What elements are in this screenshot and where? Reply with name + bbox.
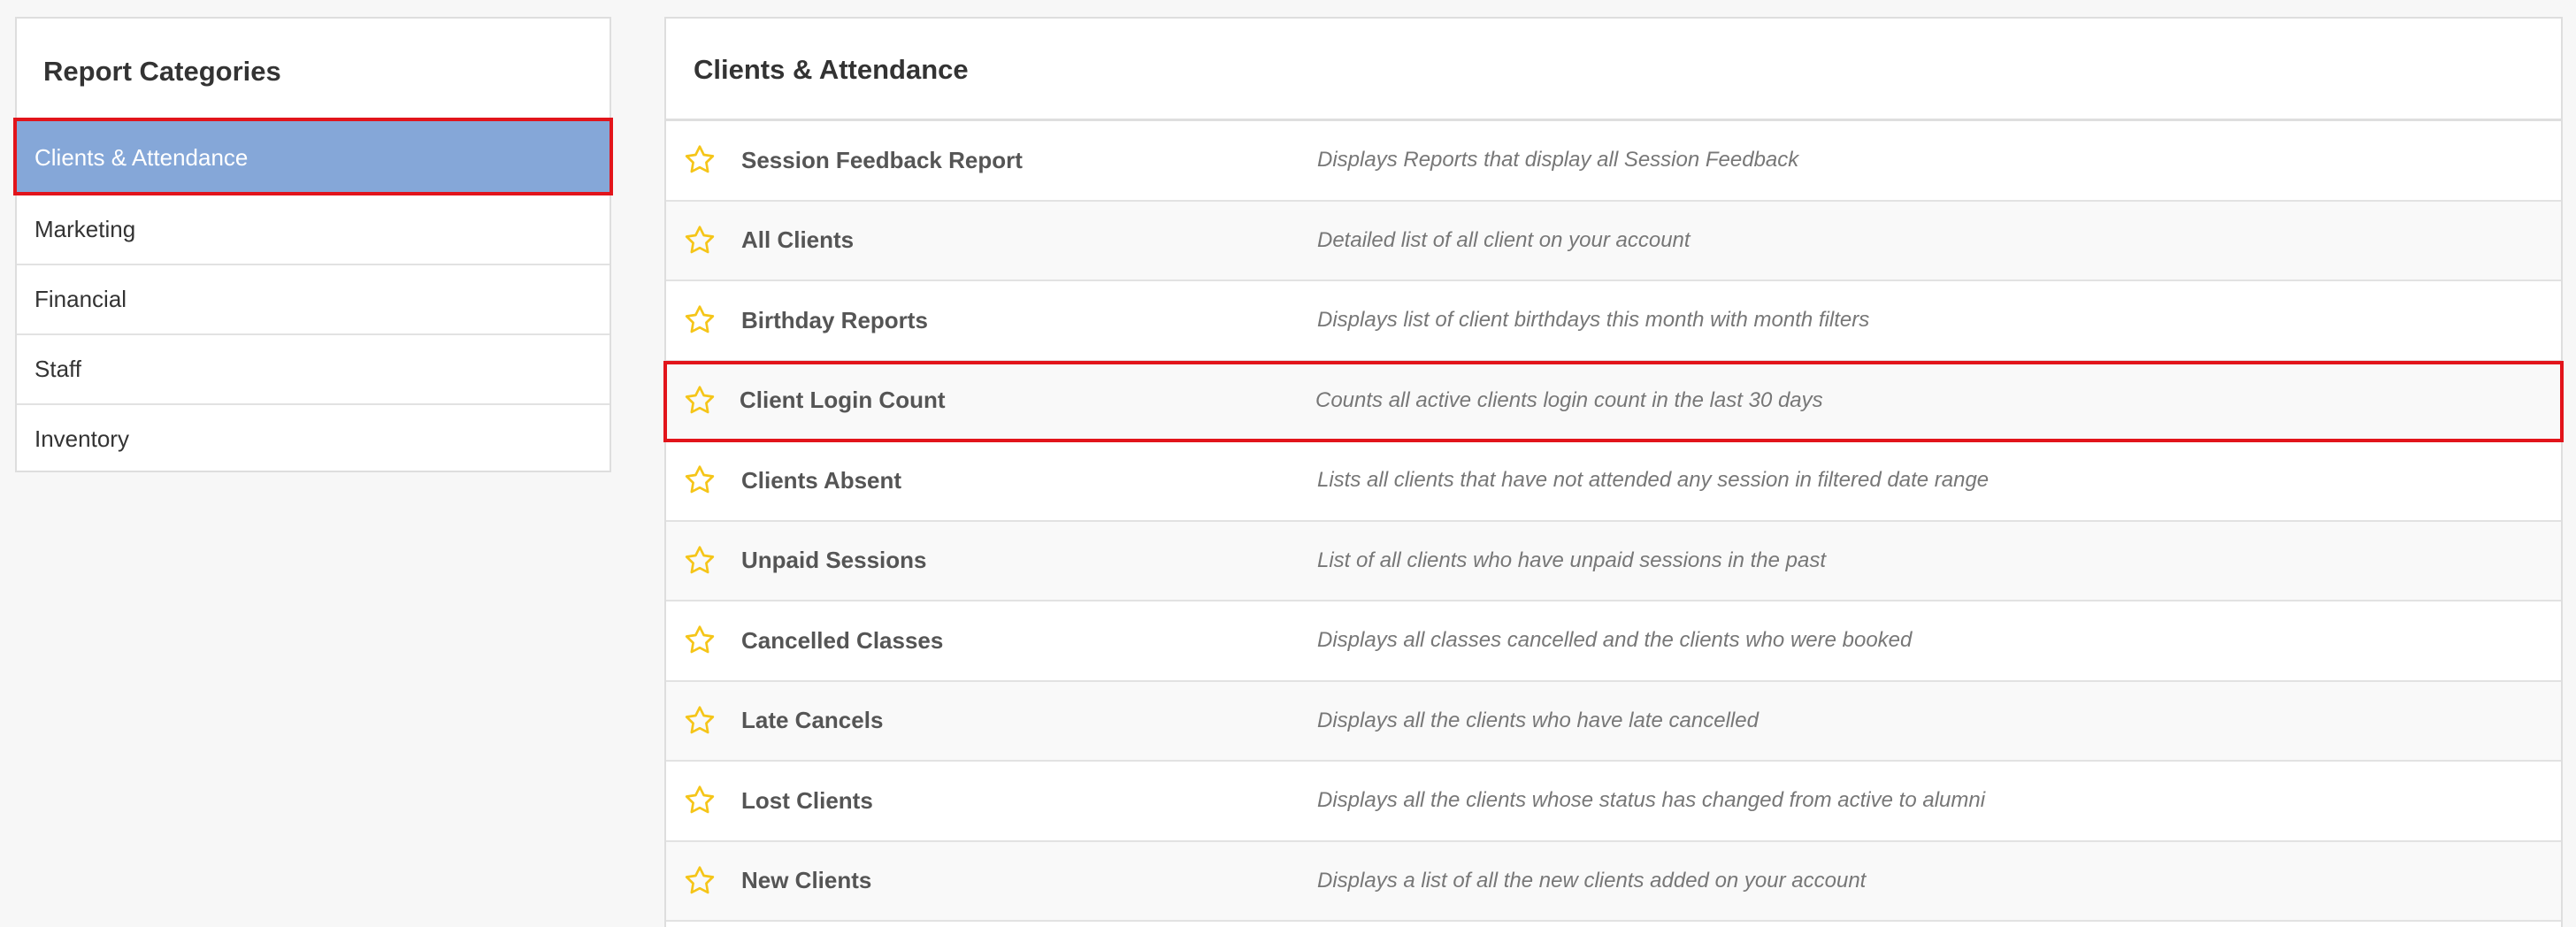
- report-description: Displays list of client birthdays this m…: [1317, 308, 1870, 333]
- report-row-clients-absent[interactable]: Clients Absent Lists all clients that ha…: [666, 441, 2561, 522]
- report-name[interactable]: Client Login Count: [740, 387, 946, 414]
- star-outline-icon[interactable]: [682, 142, 717, 178]
- report-categories-panel: Report Categories Clients & Attendance M…: [13, 17, 613, 473]
- report-description: Counts all active clients login count in…: [1315, 387, 1823, 412]
- category-label: Clients & Attendance: [34, 143, 249, 171]
- report-name[interactable]: Cancelled Classes: [741, 627, 943, 655]
- report-row-birthday-reports[interactable]: Birthday Reports Displays list of client…: [666, 281, 2561, 362]
- report-row-unpaid-sessions[interactable]: Unpaid Sessions List of all clients who …: [666, 521, 2561, 601]
- report-row-late-cancels[interactable]: Late Cancels Displays all the clients wh…: [666, 681, 2561, 762]
- report-description: List of all clients who have unpaid sess…: [1317, 548, 1827, 572]
- reports-page: Report Categories Clients & Attendance M…: [0, 0, 2576, 927]
- report-row-session-feedback[interactable]: Session Feedback Report Displays Reports…: [666, 121, 2561, 202]
- star-outline-icon[interactable]: [682, 543, 717, 578]
- report-row-lost-clients[interactable]: Lost Clients Displays all the clients wh…: [666, 762, 2561, 842]
- report-description: Displays all classes cancelled and the c…: [1317, 628, 1913, 653]
- report-description: Displays Reports that display all Sessio…: [1317, 148, 1799, 172]
- report-name[interactable]: New Clients: [741, 867, 871, 894]
- report-description: Detailed list of all client on your acco…: [1317, 227, 1690, 252]
- report-categories-title: Report Categories: [43, 56, 281, 87]
- category-clients-attendance[interactable]: Clients & Attendance: [13, 118, 613, 195]
- category-label: Inventory: [34, 425, 129, 452]
- star-outline-icon[interactable]: [682, 463, 717, 498]
- star-outline-icon[interactable]: [682, 383, 717, 418]
- category-financial[interactable]: Financial: [17, 264, 610, 333]
- report-row-cancelled-classes[interactable]: Cancelled Classes Displays all classes c…: [666, 601, 2561, 682]
- star-outline-icon[interactable]: [682, 863, 717, 899]
- report-name[interactable]: All Clients: [741, 226, 854, 254]
- report-row-client-login-count[interactable]: Client Login Count Counts all active cli…: [663, 360, 2564, 442]
- report-description: Lists all clients that have not attended…: [1317, 468, 1990, 493]
- report-row-all-clients[interactable]: All Clients Detailed list of all client …: [666, 201, 2561, 281]
- star-outline-icon[interactable]: [682, 703, 717, 739]
- star-outline-icon[interactable]: [682, 303, 717, 338]
- star-outline-icon[interactable]: [682, 223, 717, 258]
- report-description: Displays all the clients who have late c…: [1317, 708, 1759, 732]
- reports-list-panel: Clients & Attendance Session Feedback Re…: [663, 17, 2564, 927]
- reports-list-title: Clients & Attendance: [666, 19, 2561, 121]
- report-name[interactable]: Late Cancels: [741, 707, 883, 734]
- star-outline-icon[interactable]: [682, 623, 717, 658]
- star-outline-icon[interactable]: [682, 783, 717, 818]
- report-name[interactable]: Unpaid Sessions: [741, 547, 927, 574]
- report-description: Displays all the clients whose status ha…: [1317, 788, 1986, 813]
- report-name[interactable]: Birthday Reports: [741, 307, 928, 334]
- report-row-new-clients[interactable]: New Clients Displays a list of all the n…: [666, 841, 2561, 922]
- category-label: Staff: [34, 356, 82, 382]
- category-staff[interactable]: Staff: [17, 333, 610, 403]
- report-name[interactable]: Clients Absent: [741, 467, 901, 494]
- category-marketing[interactable]: Marketing: [17, 194, 610, 264]
- category-label: Marketing: [34, 216, 136, 242]
- report-description: Displays a list of all the new clients a…: [1317, 868, 1867, 893]
- category-label: Financial: [34, 286, 127, 312]
- report-name[interactable]: Lost Clients: [741, 787, 873, 815]
- report-name[interactable]: Session Feedback Report: [741, 147, 1023, 174]
- category-inventory[interactable]: Inventory: [17, 403, 610, 473]
